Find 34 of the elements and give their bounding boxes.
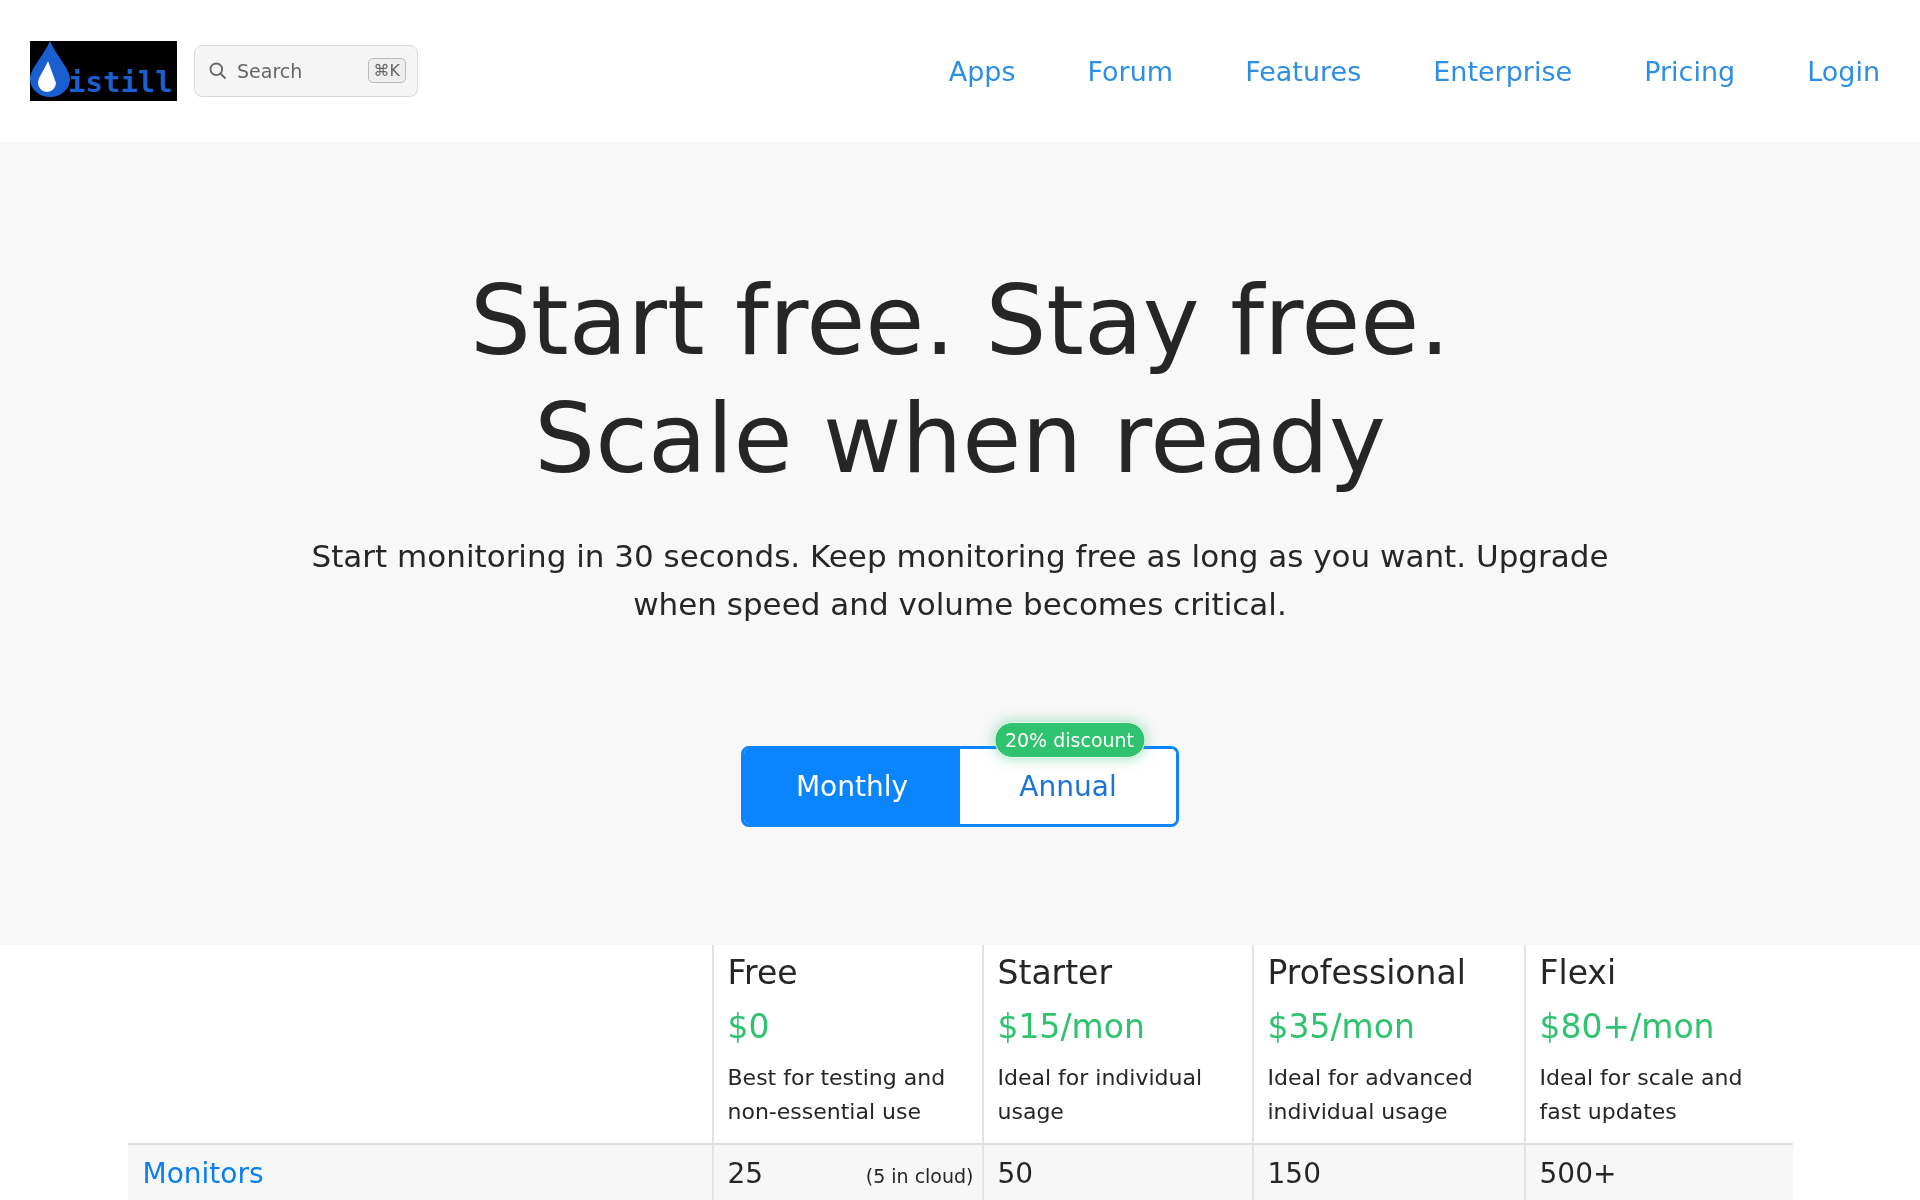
hero-title: Start free. Stay free. Scale when ready bbox=[470, 264, 1450, 497]
table-cell: 25 bbox=[727, 1157, 764, 1190]
plan-name: Free bbox=[727, 952, 799, 994]
hero-subtitle: Start monitoring in 30 seconds. Keep monitoring free as long as you want. Upgrade when speed and volume becomes critical. bbox=[310, 537, 1610, 624]
feature-link[interactable]: Monitors bbox=[127, 1145, 712, 1200]
logo-text: istill bbox=[68, 68, 173, 97]
shortcut-hint: ⌘K bbox=[367, 58, 406, 83]
nav-link[interactable]: Login bbox=[1807, 55, 1880, 87]
billing-option[interactable]: Monthly bbox=[744, 749, 960, 824]
table-cell: 150 bbox=[1267, 1157, 1321, 1190]
cell-note: (5 in cloud) bbox=[865, 1165, 974, 1187]
nav-link[interactable]: Forum bbox=[1087, 55, 1174, 87]
nav-link[interactable]: Apps bbox=[948, 55, 1016, 87]
table-cell: 500+ bbox=[1539, 1157, 1617, 1190]
plan-price: $15/mon bbox=[997, 1006, 1146, 1048]
plan-name: Professional bbox=[1267, 952, 1467, 994]
billing-option[interactable]: Annual bbox=[960, 749, 1176, 824]
plan-price: $35/mon bbox=[1267, 1006, 1416, 1048]
nav-link[interactable]: Pricing bbox=[1644, 55, 1736, 87]
nav-link[interactable]: Features bbox=[1245, 55, 1362, 87]
plan-name: Starter bbox=[997, 952, 1113, 994]
drop-icon bbox=[30, 41, 70, 97]
table-cell: 50 bbox=[997, 1157, 1034, 1190]
plan-price: $0 bbox=[727, 1006, 771, 1048]
plan-description: Ideal for advanced individual usage bbox=[1267, 1064, 1474, 1126]
plan-description: Ideal for scale and fast updates bbox=[1539, 1064, 1744, 1126]
plan-description: Best for testing and non-essential use bbox=[727, 1064, 947, 1126]
plan-name: Flexi bbox=[1539, 952, 1618, 994]
nav-link[interactable]: Enterprise bbox=[1433, 55, 1573, 87]
search-icon bbox=[208, 61, 228, 81]
discount-badge: 20% discount bbox=[993, 722, 1146, 758]
logo[interactable]: istill bbox=[30, 41, 177, 101]
plan-description: Ideal for individual usage bbox=[997, 1064, 1204, 1126]
plan-price: $80+/mon bbox=[1539, 1006, 1716, 1048]
